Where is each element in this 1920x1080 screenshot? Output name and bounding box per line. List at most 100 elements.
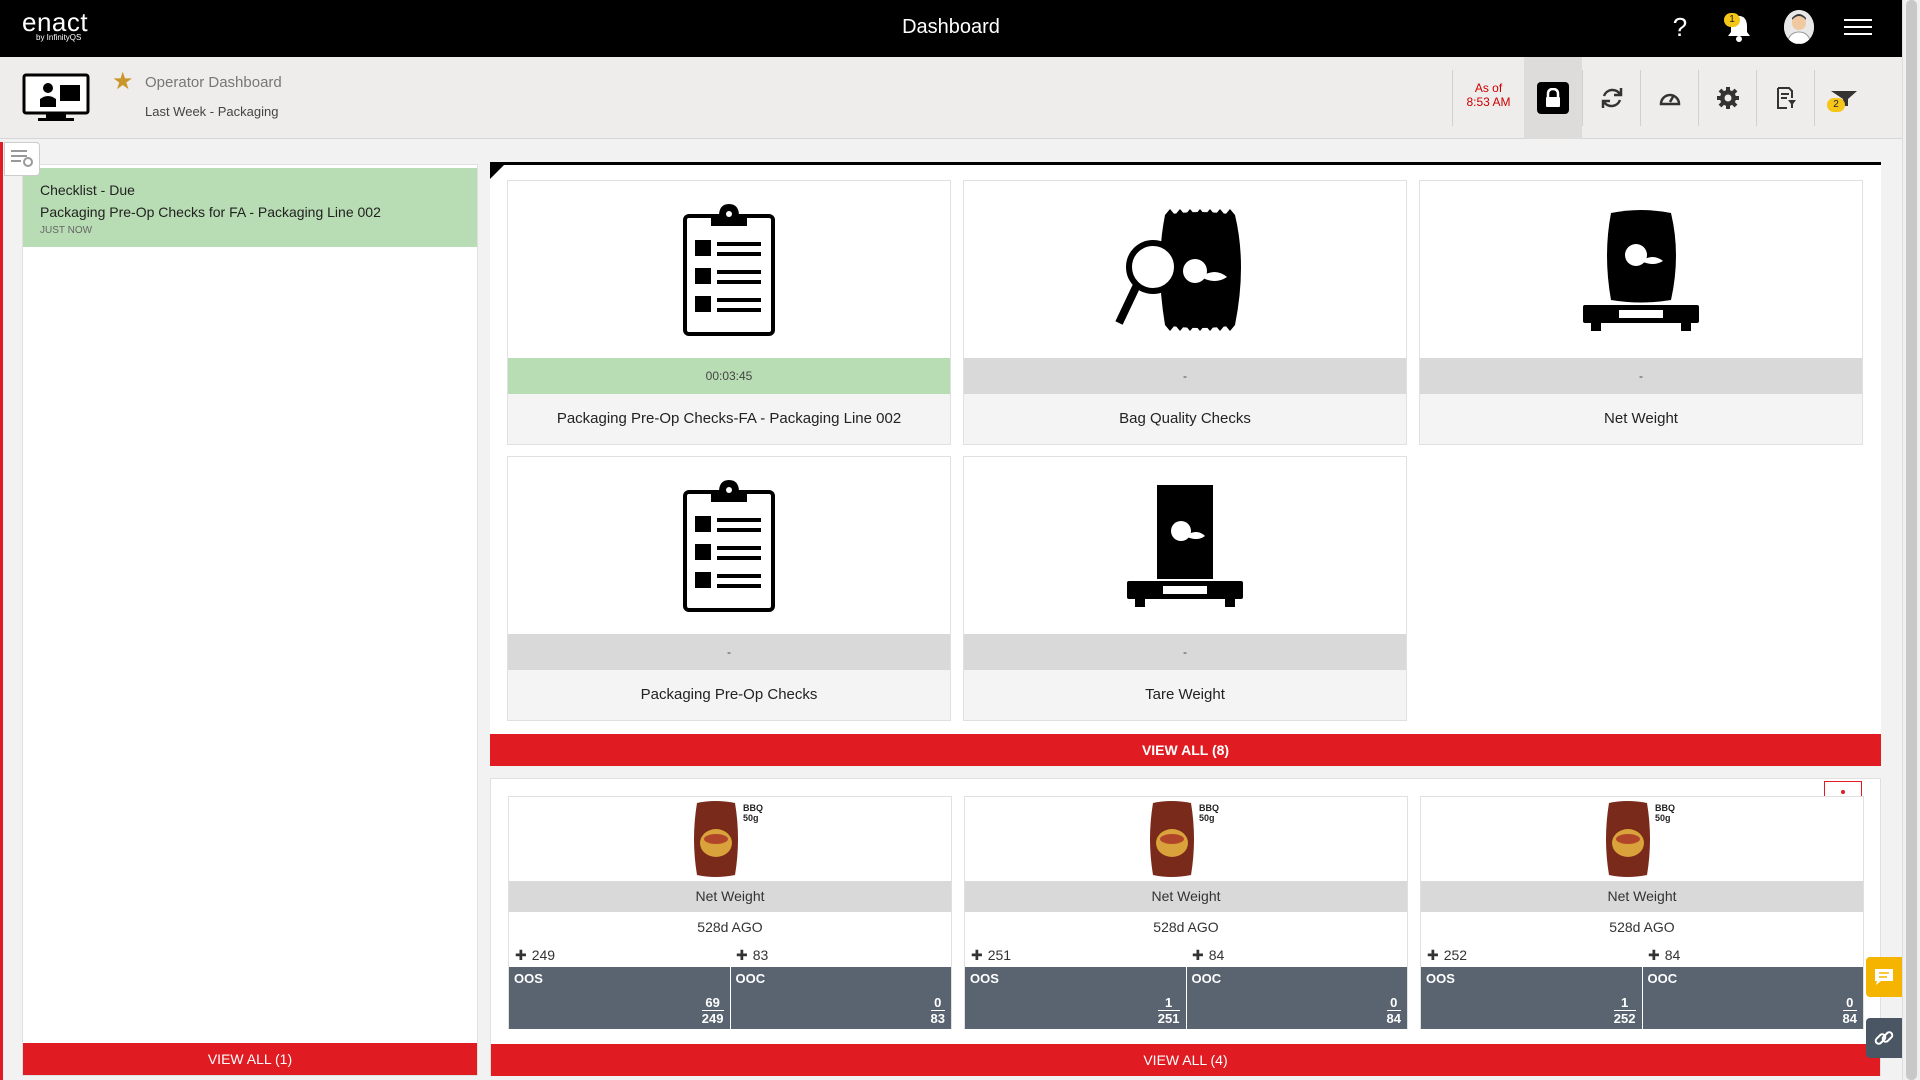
checklist-card-name: Bag Quality Checks	[1119, 410, 1251, 427]
gauge-icon	[1659, 93, 1680, 106]
notifications-view-all-button[interactable]: VIEW ALL (1)	[23, 1043, 477, 1075]
sample-counts: ✚ 252 ✚ 84	[1421, 943, 1863, 967]
panel-toggle-tab[interactable]	[4, 142, 40, 176]
violation-metrics: OOS 1 252 OOC 0 84	[1421, 967, 1863, 1029]
svg-text:50g: 50g	[743, 813, 759, 823]
sample-counts: ✚ 249 ✚ 83	[509, 943, 951, 967]
gauge-button[interactable]	[1640, 70, 1698, 126]
oos-fraction: 1 252	[1613, 995, 1636, 1026]
dashboard-header: ★ Operator Dashboard Last Week - Packagi…	[0, 57, 1902, 139]
ooc-metric[interactable]: OOC 0 84	[1186, 967, 1407, 1029]
checklist-card-name: Packaging Pre-Op Checks	[640, 686, 818, 703]
checklist-card[interactable]: - Bag Quality Checks	[963, 180, 1407, 445]
chips-bag-icon: BBQ 50g	[694, 801, 763, 877]
chips-bag-icon: BBQ 50g	[1150, 801, 1219, 877]
ooc-metric[interactable]: OOC 0 83	[730, 967, 951, 1029]
puzzle-icon: ✚	[1427, 946, 1439, 963]
oos-metric[interactable]: OOS 1 251	[965, 967, 1187, 1029]
notifications-button[interactable]: 1	[1724, 11, 1754, 43]
favorite-star-icon[interactable]: ★	[112, 67, 134, 96]
checklist-card[interactable]: - Packaging Pre-Op Checks	[507, 456, 951, 721]
report-button[interactable]	[1756, 70, 1814, 126]
checklists-view-all-button[interactable]: VIEW ALL (8)	[490, 734, 1881, 766]
notification-name: Packaging Pre-Op Checks for FA - Packagi…	[40, 204, 381, 220]
filter-button[interactable]: 2	[1814, 70, 1872, 126]
rule-count: ✚ 83	[736, 946, 769, 964]
product-image: BBQ 50g	[1421, 797, 1863, 881]
product-card-age: 528d AGO	[1153, 919, 1219, 935]
settings-button[interactable]	[1698, 70, 1756, 126]
scrollbar-thumb[interactable]	[1906, 0, 1917, 1080]
oos-label: OOS	[514, 971, 543, 986]
checklist-card-name: Net Weight	[1604, 410, 1678, 427]
subgroup-count: ✚ 251	[971, 946, 1012, 964]
data-collection-view-all-button[interactable]: VIEW ALL (4)	[491, 1044, 1880, 1076]
top-bar: enact by InfinityQS Dashboard ? 1	[0, 0, 1902, 57]
checklist-card[interactable]: 00:03:45 Packaging Pre-Op Checks-FA - Pa…	[507, 180, 951, 445]
checklist-card[interactable]: - Net Weight	[1419, 180, 1863, 445]
list-filter-icon	[11, 150, 33, 167]
notification-time: JUST NOW	[40, 225, 93, 236]
checklists-panel: 00:03:45 Packaging Pre-Op Checks-FA - Pa…	[490, 162, 1881, 766]
checklist-card-status: -	[1420, 358, 1862, 394]
oos-metric[interactable]: OOS 69 249	[509, 967, 731, 1029]
link-button[interactable]	[1866, 1018, 1902, 1058]
checklist-card-image	[964, 457, 1406, 634]
product-card-title: Net Weight	[509, 881, 951, 912]
help-icon[interactable]: ?	[1666, 12, 1694, 43]
product-card[interactable]: BBQ 50g Net Weight 528d AGO ✚ 249 ✚ 83 OOS…	[508, 796, 952, 1029]
checklist-card-image	[508, 457, 950, 634]
product-card[interactable]: BBQ 50g Net Weight 528d AGO ✚ 252 ✚ 84 OOS…	[1420, 796, 1864, 1029]
page-scrollbar[interactable]	[1902, 0, 1920, 1080]
checklist-card-name: Tare Weight	[1145, 686, 1225, 703]
oos-metric[interactable]: OOS 1 252	[1421, 967, 1643, 1029]
checklist-card-name: Packaging Pre-Op Checks-FA - Packaging L…	[556, 410, 902, 427]
ooc-fraction: 0 83	[930, 995, 945, 1026]
puzzle-icon: ✚	[971, 946, 983, 963]
puzzle-icon: ✚	[515, 946, 527, 963]
oos-fraction: 69 249	[701, 995, 724, 1026]
oos-label: OOS	[970, 971, 999, 986]
subgroup-count: ✚ 249	[515, 946, 556, 964]
dashboard-filter-label: Last Week - Packaging	[145, 104, 279, 119]
ooc-label: OOC	[1191, 971, 1222, 986]
data-collection-panel: BBQ 50g Net Weight 528d AGO ✚ 249 ✚ 83 OOS…	[490, 778, 1881, 1076]
as-of-time: 8:53 AM	[1466, 95, 1511, 109]
bag-scale-icon	[1583, 209, 1699, 331]
puzzle-outline-icon: ✚	[736, 946, 748, 963]
bag-magnifier-icon	[1115, 208, 1241, 331]
chat-button[interactable]	[1866, 957, 1902, 997]
top-actions: ? 1	[1666, 10, 1872, 44]
product-card-age: 528d AGO	[697, 919, 763, 935]
hamburger-menu-icon[interactable]	[1844, 14, 1872, 40]
chips-bag-icon: BBQ 50g	[1606, 801, 1675, 877]
lock-button[interactable]	[1524, 57, 1582, 139]
refresh-icon	[1601, 88, 1622, 108]
violation-metrics: OOS 1 251 OOC 0 84	[965, 967, 1407, 1029]
checklist-card[interactable]: - Tare Weight	[963, 456, 1407, 721]
sample-counts: ✚ 251 ✚ 84	[965, 943, 1407, 967]
svg-text:50g: 50g	[1655, 813, 1671, 823]
user-avatar-icon	[1784, 10, 1814, 44]
tall-bag-scale-icon	[1127, 484, 1243, 607]
checklist-card-status: -	[964, 358, 1406, 394]
checklist-card-image	[508, 181, 950, 358]
dashboard-actions: As of 8:53 AM 2	[1452, 57, 1872, 139]
ooc-fraction: 0 84	[1386, 995, 1401, 1026]
ooc-metric[interactable]: OOC 0 84	[1642, 967, 1863, 1029]
oos-fraction: 1 251	[1157, 995, 1180, 1026]
as-of-label: As of	[1474, 81, 1503, 95]
puzzle-outline-icon: ✚	[1192, 946, 1204, 963]
notification-type: Checklist - Due	[40, 182, 135, 198]
violation-metrics: OOS 69 249 OOC 0 83	[509, 967, 951, 1029]
lock-icon	[1537, 82, 1569, 114]
checklist-card-status: 00:03:45	[508, 358, 950, 394]
checklist-card-status: -	[508, 634, 950, 670]
operator-monitor-icon	[22, 73, 90, 121]
checklist-due-notification[interactable]: Checklist - Due Packaging Pre-Op Checks …	[23, 168, 477, 247]
chat-icon	[1875, 969, 1893, 985]
product-card[interactable]: BBQ 50g Net Weight 528d AGO ✚ 251 ✚ 84 OOS…	[964, 796, 1408, 1029]
clipboard-icon	[683, 203, 775, 336]
refresh-button[interactable]	[1582, 70, 1640, 126]
user-avatar[interactable]	[1784, 10, 1814, 44]
